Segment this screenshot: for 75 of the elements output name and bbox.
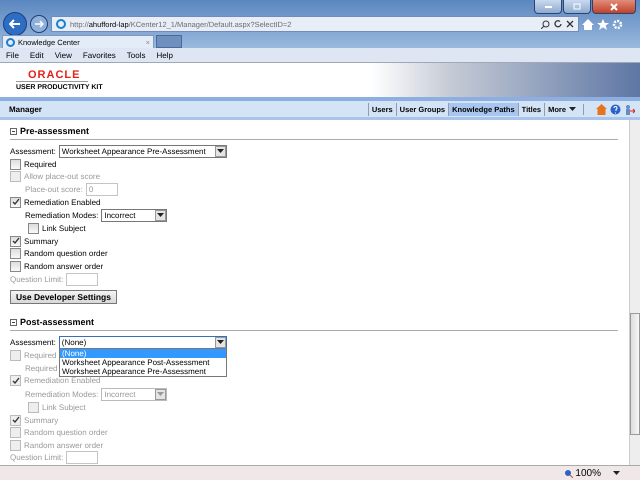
checkbox-label: Required [24, 351, 56, 360]
back-button[interactable] [3, 12, 27, 36]
developer-settings-button[interactable]: Use Developer Settings [10, 290, 117, 304]
section-title: Post-assessment [20, 317, 94, 328]
search-icon[interactable] [541, 20, 550, 28]
menu-item[interactable]: File [6, 50, 19, 60]
select-label: Assessment: [10, 338, 56, 347]
maximize-icon [573, 3, 581, 10]
checkbox[interactable] [10, 236, 21, 247]
home-icon[interactable] [596, 104, 607, 114]
home-icon[interactable] [582, 18, 594, 30]
dropdown[interactable]: Incorrect [101, 208, 168, 222]
scrollbar[interactable] [629, 120, 640, 465]
checkbox-label: Allow place-out score [24, 172, 100, 182]
page-title: Manager [9, 104, 43, 114]
checkbox[interactable] [10, 158, 21, 170]
checkbox-label: Random answer order [24, 262, 104, 271]
checkbox[interactable] [10, 260, 21, 272]
checkbox-label: Required [24, 160, 56, 169]
settings-icon[interactable] [612, 18, 623, 30]
maximize-button[interactable] [563, 0, 591, 14]
checkbox-label: Summary [24, 236, 58, 246]
caret-icon [216, 149, 224, 153]
select-label: Remediation Modes: [25, 210, 98, 220]
check-icon [12, 416, 20, 424]
dropdown[interactable]: Worksheet Appearance Pre-Assessment [58, 144, 227, 158]
minimize-button[interactable] [534, 0, 562, 14]
menu-item[interactable]: Help [156, 50, 173, 60]
zoom-level[interactable]: 100% [575, 468, 601, 478]
forward-button[interactable] [30, 15, 48, 33]
close-button[interactable] [592, 0, 636, 14]
caret-icon [613, 471, 620, 475]
menu-item[interactable]: Tools [126, 50, 146, 60]
menu-item[interactable]: Favorites [82, 50, 116, 60]
field-label: Place-out score: [25, 184, 83, 194]
checkbox[interactable] [28, 223, 39, 234]
checkbox-label: Remediation Enabled [24, 376, 100, 386]
logo: ORACLE [16, 69, 88, 82]
caret-icon [157, 213, 164, 218]
dropdown[interactable]: (None) [58, 336, 227, 349]
check-icon [12, 376, 20, 385]
collapse-icon[interactable] [10, 128, 17, 134]
forward-arrow-icon [34, 20, 44, 28]
close-icon [610, 2, 618, 10]
checkbox-label: Summary [24, 416, 58, 425]
check-icon [12, 198, 20, 206]
scroll-thumb[interactable] [630, 313, 640, 435]
stop-icon[interactable] [566, 20, 574, 28]
checkbox[interactable] [10, 196, 21, 208]
check-icon [12, 237, 20, 246]
star-icon[interactable] [597, 18, 609, 30]
caret-icon [157, 392, 164, 396]
logout-icon[interactable] [624, 104, 635, 114]
field-label: Required [25, 364, 58, 373]
menu-item[interactable]: View [54, 50, 72, 60]
checkbox-label: Remediation Enabled [24, 198, 100, 207]
field-label: Question Limit: [10, 274, 64, 284]
caret-icon [216, 340, 224, 344]
back-arrow-icon [9, 19, 21, 29]
refresh-icon[interactable] [554, 20, 562, 28]
help-icon[interactable] [610, 104, 621, 114]
select-label: Remediation Modes: [25, 390, 98, 399]
checkbox-label: Random answer order [24, 440, 104, 450]
checkbox-label: Link Subject [42, 402, 86, 412]
select-label: Assessment: [10, 146, 56, 156]
section-title: Pre-assessment [20, 126, 90, 136]
field-label: Question Limit: [10, 453, 64, 462]
checkbox-label: Random question order [24, 428, 108, 438]
checkbox[interactable] [10, 248, 21, 260]
minimize-icon [544, 5, 552, 8]
checkbox-label: Link Subject [42, 224, 86, 234]
zoom-icon [564, 468, 574, 478]
collapse-icon[interactable] [10, 318, 17, 326]
checkbox-label: Random question order [24, 249, 108, 258]
menu-item[interactable]: Edit [30, 50, 44, 60]
